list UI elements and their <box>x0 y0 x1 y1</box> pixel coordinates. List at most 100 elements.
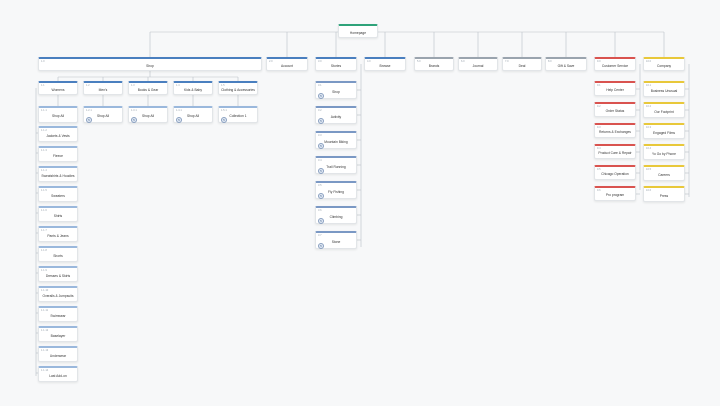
node-shop-child[interactable]: 1.2 Men's <box>83 81 123 95</box>
node-deal[interactable]: 7.0 Deal <box>502 57 542 71</box>
node-womens-category[interactable]: 1.1.11 Swimwear <box>38 306 78 322</box>
node-number: 3.6 <box>318 209 322 212</box>
node-womens-category[interactable]: 1.1.3 Fleece <box>38 146 78 162</box>
node-stories-item[interactable]: 3.4 Trail Running 5 <box>315 156 357 174</box>
node-number: 10.1 <box>646 84 652 87</box>
node-number: 1.1.1 <box>41 109 47 112</box>
node-customer-service-item[interactable]: 9.2 Order Status <box>594 102 636 117</box>
node-number: 10.3 <box>646 126 652 129</box>
node-shop-all[interactable]: 1.5.1 Collection 15 <box>218 106 258 123</box>
node-label: Business Unusual <box>650 88 678 93</box>
node-customer-service-item[interactable]: 9.6 Pro program <box>594 186 636 201</box>
child-count-badge[interactable]: 5 <box>221 117 227 123</box>
node-womens-category[interactable]: 1.1.9 Dresses & Skirts <box>38 266 78 282</box>
node-label: Brands <box>428 63 440 68</box>
child-count-badge[interactable]: 5 <box>318 193 324 199</box>
node-company-item[interactable]: 10.1 Business Unusual <box>643 81 685 97</box>
node-label: Order Status <box>605 108 625 113</box>
node-brands[interactable]: 5.0 Brands <box>414 57 454 71</box>
node-number: 1.1.3 <box>41 149 47 152</box>
node-stories[interactable]: 3.0 Stories <box>315 57 357 71</box>
node-homepage[interactable]: Homepage <box>338 24 378 38</box>
node-label: Dresses & Skirts <box>45 273 71 278</box>
node-company-item[interactable]: 10.4 Yo Go by Phone <box>643 144 685 160</box>
node-shop-child[interactable]: 1.3 Books & Gear <box>128 81 168 95</box>
child-count-badge[interactable]: 5 <box>86 117 92 123</box>
node-number: 9.5 <box>597 168 601 171</box>
node-womens-category[interactable]: 1.1.4 Sweatshirts & Hoodies <box>38 166 78 182</box>
node-company-item[interactable]: 10.6 Press <box>643 186 685 202</box>
node-browse[interactable]: 4.0 Browse <box>364 57 406 71</box>
node-number: 3.3 <box>318 134 322 137</box>
node-stories-item[interactable]: 3.5 Fly Fishing 5 <box>315 181 357 199</box>
node-company-item[interactable]: 10.3 Engaged Films <box>643 123 685 139</box>
node-shop-child[interactable]: 1.1 Womens <box>38 81 78 95</box>
child-count-badge[interactable]: 5 <box>318 218 324 224</box>
node-journal[interactable]: 6.0 Journal <box>458 57 498 71</box>
node-customer-service-item[interactable]: 9.3 Returns & Exchanges <box>594 123 636 138</box>
node-label: Swimwear <box>50 313 66 318</box>
node-shop-child[interactable]: 1.4 Kids & Baby <box>173 81 213 95</box>
node-womens-category[interactable]: 1.1.2 Jackets & Vests <box>38 126 78 142</box>
node-label: Stories <box>330 63 342 68</box>
node-number: 1.1.14 <box>41 369 49 372</box>
node-number: 1.1.6 <box>41 209 47 212</box>
node-stories-item[interactable]: 3.7 Stone 5 <box>315 231 357 249</box>
node-company-item[interactable]: 10.5 Careers <box>643 165 685 181</box>
node-womens-category[interactable]: 1.1.14 Last Add-on <box>38 366 78 382</box>
node-company[interactable]: 10.0 Company <box>643 57 685 71</box>
node-customer[interactable]: 9.0 Customer Service <box>594 57 636 71</box>
node-number: 9.6 <box>597 189 601 192</box>
node-number: 3.5 <box>318 184 322 187</box>
node-womens-category[interactable]: 1.1.12 Baselayer <box>38 326 78 342</box>
node-womens-category[interactable]: 1.1.8 Shorts <box>38 246 78 262</box>
node-stories-item[interactable]: 3.2 Activity 5 <box>315 106 357 124</box>
node-customer-service-item[interactable]: 9.1 Help Center <box>594 81 636 96</box>
node-womens-category[interactable]: 1.1.10 Overalls & Jumpsuits <box>38 286 78 302</box>
node-shop[interactable]: 1.0 Shop <box>38 57 262 71</box>
node-number: 3.4 <box>318 159 322 162</box>
node-label: Account <box>281 63 293 68</box>
child-count-badge[interactable]: 5 <box>318 168 324 174</box>
node-womens-category[interactable]: 1.1.7 Pants & Jeans <box>38 226 78 242</box>
child-count-badge[interactable]: 5 <box>318 118 324 124</box>
node-number: 1.1.10 <box>41 289 49 292</box>
child-count-badge[interactable]: 5 <box>318 243 324 249</box>
node-womens-category[interactable]: 1.1.6 Shirts <box>38 206 78 222</box>
node-number: 9.2 <box>597 105 601 108</box>
node-number: 3.1 <box>318 84 322 87</box>
node-label: Sweaters <box>51 193 65 198</box>
node-shop-all[interactable]: 1.1.1 Shop All <box>38 106 78 123</box>
node-label: Fleece <box>53 153 63 158</box>
node-shop-child[interactable]: 1.5 Clothing & Accessories <box>218 81 258 95</box>
child-count-badge[interactable]: 5 <box>318 143 324 149</box>
node-stories-item[interactable]: 3.3 Mountain Biking 5 <box>315 131 357 149</box>
node-label: Yo Go by Phone <box>652 151 676 156</box>
node-number: 9.1 <box>597 84 601 87</box>
node-label: Pants & Jeans <box>47 233 69 238</box>
node-gift[interactable]: 8.0 Gift & Save <box>545 57 587 71</box>
node-shop-all[interactable]: 1.3.1 Shop All 5 <box>128 106 168 123</box>
node-label: Homepage <box>349 30 367 35</box>
node-womens-category[interactable]: 1.1.5 Sweaters <box>38 186 78 202</box>
child-count-badge[interactable]: 5 <box>176 117 182 123</box>
child-count-badge[interactable]: 5 <box>318 93 324 99</box>
node-number: 9.3 <box>597 126 601 129</box>
node-shop-all[interactable]: 1.2.1 Shop All 5 <box>83 106 123 123</box>
node-number: 1.4.1 <box>176 109 182 112</box>
node-customer-service-item[interactable]: 9.5 Chicago Operation <box>594 165 636 180</box>
node-account[interactable]: 2.0 Account <box>266 57 308 71</box>
node-stories-item[interactable]: 3.6 Climbing 5 <box>315 206 357 224</box>
node-company-item[interactable]: 10.2 Our Footprint <box>643 102 685 118</box>
node-womens-category[interactable]: 1.1.13 Underwear <box>38 346 78 362</box>
node-label: Returns & Exchanges <box>599 129 631 134</box>
node-number: 3.7 <box>318 234 322 237</box>
node-label: Browse <box>379 63 391 68</box>
child-count-badge[interactable]: 5 <box>131 117 137 123</box>
node-label: Customer Service <box>601 63 629 68</box>
node-shop-all[interactable]: 1.4.1 Shop All 5 <box>173 106 213 123</box>
node-customer-service-item[interactable]: 9.4 Product Care & Repair <box>594 144 636 159</box>
node-label: Last Add-on <box>49 373 67 378</box>
node-stories-item[interactable]: 3.1 Shop 5 <box>315 81 357 99</box>
node-label: Womens <box>51 87 65 92</box>
